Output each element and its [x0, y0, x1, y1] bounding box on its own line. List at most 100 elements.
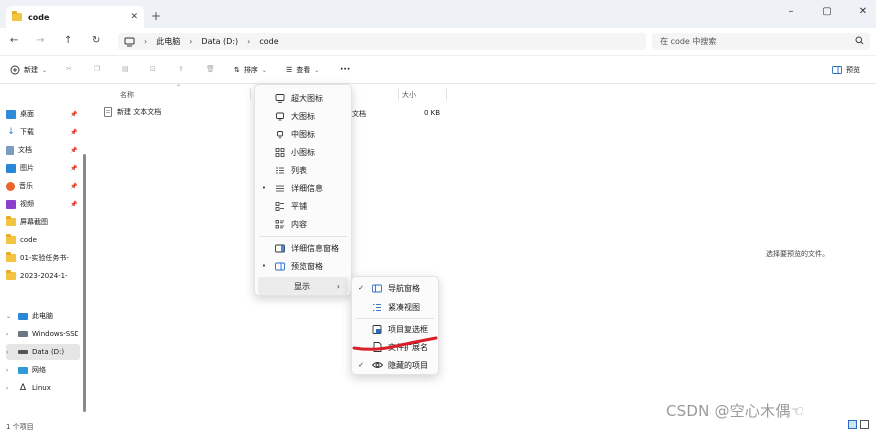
menu-item-preview-pane[interactable]: • 预览窗格 — [255, 257, 351, 275]
sidebar-item-videos[interactable]: 视频 📌 — [6, 196, 82, 212]
preview-button[interactable]: 预览 — [832, 65, 860, 75]
delete-button[interactable]: 🗑 — [206, 65, 215, 73]
more-button[interactable]: ··· — [340, 65, 350, 75]
sidebar-item-label: Data (D:) — [32, 348, 65, 356]
menu-separator — [259, 236, 347, 237]
drive-icon — [18, 350, 28, 354]
sidebar-scrollbar[interactable] — [83, 154, 86, 412]
sort-icon: ⇅ — [234, 66, 240, 74]
maximize-button[interactable]: ▢ — [822, 6, 832, 17]
tiles-icon — [273, 201, 287, 211]
folder-icon — [6, 270, 16, 280]
cut-button[interactable]: ✂ — [66, 65, 72, 73]
search-input[interactable]: 在 code 中搜索 — [652, 33, 870, 50]
sidebar-item-data-drive[interactable]: › Data (D:) — [6, 344, 80, 360]
sidebar-item-downloads[interactable]: ↓ 下载 📌 — [6, 124, 82, 140]
copy-icon: ❐ — [94, 65, 101, 73]
music-icon — [6, 181, 15, 191]
sort-button[interactable]: ⇅ 排序 ⌄ — [234, 65, 267, 75]
menu-item-label: 显示 — [294, 281, 310, 291]
menu-item-details[interactable]: • 详细信息 — [255, 179, 351, 197]
details-view-button[interactable] — [848, 420, 857, 429]
new-tab-button[interactable]: + — [151, 9, 161, 23]
sidebar-item-code[interactable]: code — [6, 232, 82, 248]
breadcrumb-separator: › — [189, 37, 193, 46]
show-submenu: ✓ 导航窗格 紧凑视图 项目复选框 文件扩展名 ✓ 隐藏的项目 — [351, 276, 439, 375]
menu-item-content[interactable]: 内容 — [255, 215, 351, 233]
command-bar — [0, 57, 876, 84]
menu-item-show[interactable]: 显示 › — [258, 277, 348, 295]
pin-icon: 📌 — [70, 110, 78, 118]
menu-item-small-icons[interactable]: 小图标 — [255, 143, 351, 161]
menu-item-medium-icons[interactable]: 中图标 — [255, 125, 351, 143]
sidebar-item-this-pc[interactable]: ⌄ 此电脑 — [6, 308, 82, 324]
sidebar-item-linux[interactable]: › Δ Linux — [6, 380, 82, 396]
breadcrumb-data-drive[interactable]: Data (D:) — [201, 37, 238, 46]
breadcrumb-code[interactable]: code — [259, 37, 278, 46]
menu-item-list[interactable]: 列表 — [255, 161, 351, 179]
sidebar-item-label: 图片 — [20, 164, 34, 172]
search-icon — [855, 36, 864, 45]
pin-icon: 📌 — [70, 182, 78, 190]
sidebar-item-screenshots[interactable]: 屏幕截图 — [6, 214, 82, 230]
file-row-new-text-document[interactable]: 新建 文本文档 — [104, 107, 161, 117]
menu-item-tiles[interactable]: 平铺 — [255, 197, 351, 215]
folder-icon — [6, 252, 16, 262]
large-icons-view-button[interactable] — [860, 420, 869, 429]
sidebar-item-windows-ssd[interactable]: › Windows-SSD — [6, 326, 82, 342]
sidebar-item-2023-2024[interactable]: 2023-2024-1- — [6, 268, 82, 284]
sidebar-item-lab-tasks[interactable]: 01-实验任务书- — [6, 250, 82, 266]
column-separator[interactable] — [250, 88, 251, 100]
menu-item-label: 导航窗格 — [388, 283, 420, 293]
menu-item-compact-view[interactable]: 紧凑视图 — [352, 298, 438, 316]
tab-close-button[interactable]: ✕ — [130, 12, 138, 22]
chevron-right-icon[interactable]: › — [6, 331, 14, 338]
copy-button[interactable]: ❐ — [94, 65, 100, 73]
share-button[interactable]: ⇪ — [178, 65, 184, 73]
view-button[interactable]: ☰ 查看 ⌄ — [286, 65, 319, 75]
refresh-button[interactable]: ↻ — [92, 36, 100, 46]
minimize-button[interactable]: – — [786, 6, 796, 17]
menu-item-large-icons[interactable]: 大图标 — [255, 107, 351, 125]
window-controls: – ▢ ✕ — [786, 6, 868, 17]
new-button[interactable]: 新建 ⌄ — [10, 65, 47, 75]
paste-button[interactable]: ▤ — [122, 65, 129, 73]
close-button[interactable]: ✕ — [858, 6, 868, 17]
menu-item-navigation-pane[interactable]: ✓ 导航窗格 — [352, 279, 438, 297]
rename-button[interactable]: ⊡ — [150, 65, 156, 73]
navigation-pane: 桌面 📌 ↓ 下载 📌 文档 📌 图片 📌 音乐 📌 视频 📌 屏幕截图 cod… — [0, 84, 82, 420]
address-bar[interactable]: › 此电脑 › Data (D:) › code — [118, 33, 646, 50]
breadcrumb-this-pc[interactable]: 此电脑 — [156, 36, 180, 47]
menu-item-hidden-items[interactable]: ✓ 隐藏的项目 — [352, 356, 438, 374]
sidebar-item-music[interactable]: 音乐 📌 — [6, 178, 82, 194]
menu-item-extra-large-icons[interactable]: 超大图标 — [255, 89, 351, 107]
tab-code[interactable]: code ✕ — [6, 6, 144, 28]
sidebar-item-documents[interactable]: 文档 📌 — [6, 142, 82, 158]
breadcrumb-separator: › — [144, 37, 148, 46]
file-name: 新建 文本文档 — [117, 108, 162, 116]
computer-icon — [124, 37, 135, 47]
compact-view-icon — [370, 303, 384, 312]
sidebar-item-desktop[interactable]: 桌面 📌 — [6, 106, 82, 122]
documents-icon — [6, 145, 14, 155]
menu-item-details-pane[interactable]: 详细信息窗格 — [255, 239, 351, 257]
chevron-right-icon: › — [336, 281, 340, 291]
column-separator[interactable] — [446, 88, 447, 100]
large-icons-icon — [273, 112, 287, 121]
chevron-down-icon[interactable]: ⌄ — [6, 313, 14, 320]
menu-item-label: 紧凑视图 — [388, 302, 420, 312]
column-separator[interactable] — [398, 88, 399, 100]
column-header-size[interactable]: 大小 — [402, 90, 416, 100]
forward-button[interactable]: → — [36, 36, 44, 46]
preview-pane-icon — [273, 262, 287, 271]
back-button[interactable]: ← — [10, 36, 18, 46]
up-button[interactable]: ↑ — [64, 36, 72, 46]
preview-empty-text: 选择要预览的文件。 — [766, 250, 829, 258]
chevron-right-icon[interactable]: › — [6, 385, 14, 392]
chevron-right-icon[interactable]: › — [6, 367, 14, 374]
chevron-right-icon[interactable]: › — [6, 349, 14, 356]
sidebar-item-pictures[interactable]: 图片 📌 — [6, 160, 82, 176]
sidebar-item-network[interactable]: › 网络 — [6, 362, 82, 378]
column-header-name[interactable]: 名称 — [120, 90, 134, 100]
pin-icon: 📌 — [70, 128, 78, 136]
